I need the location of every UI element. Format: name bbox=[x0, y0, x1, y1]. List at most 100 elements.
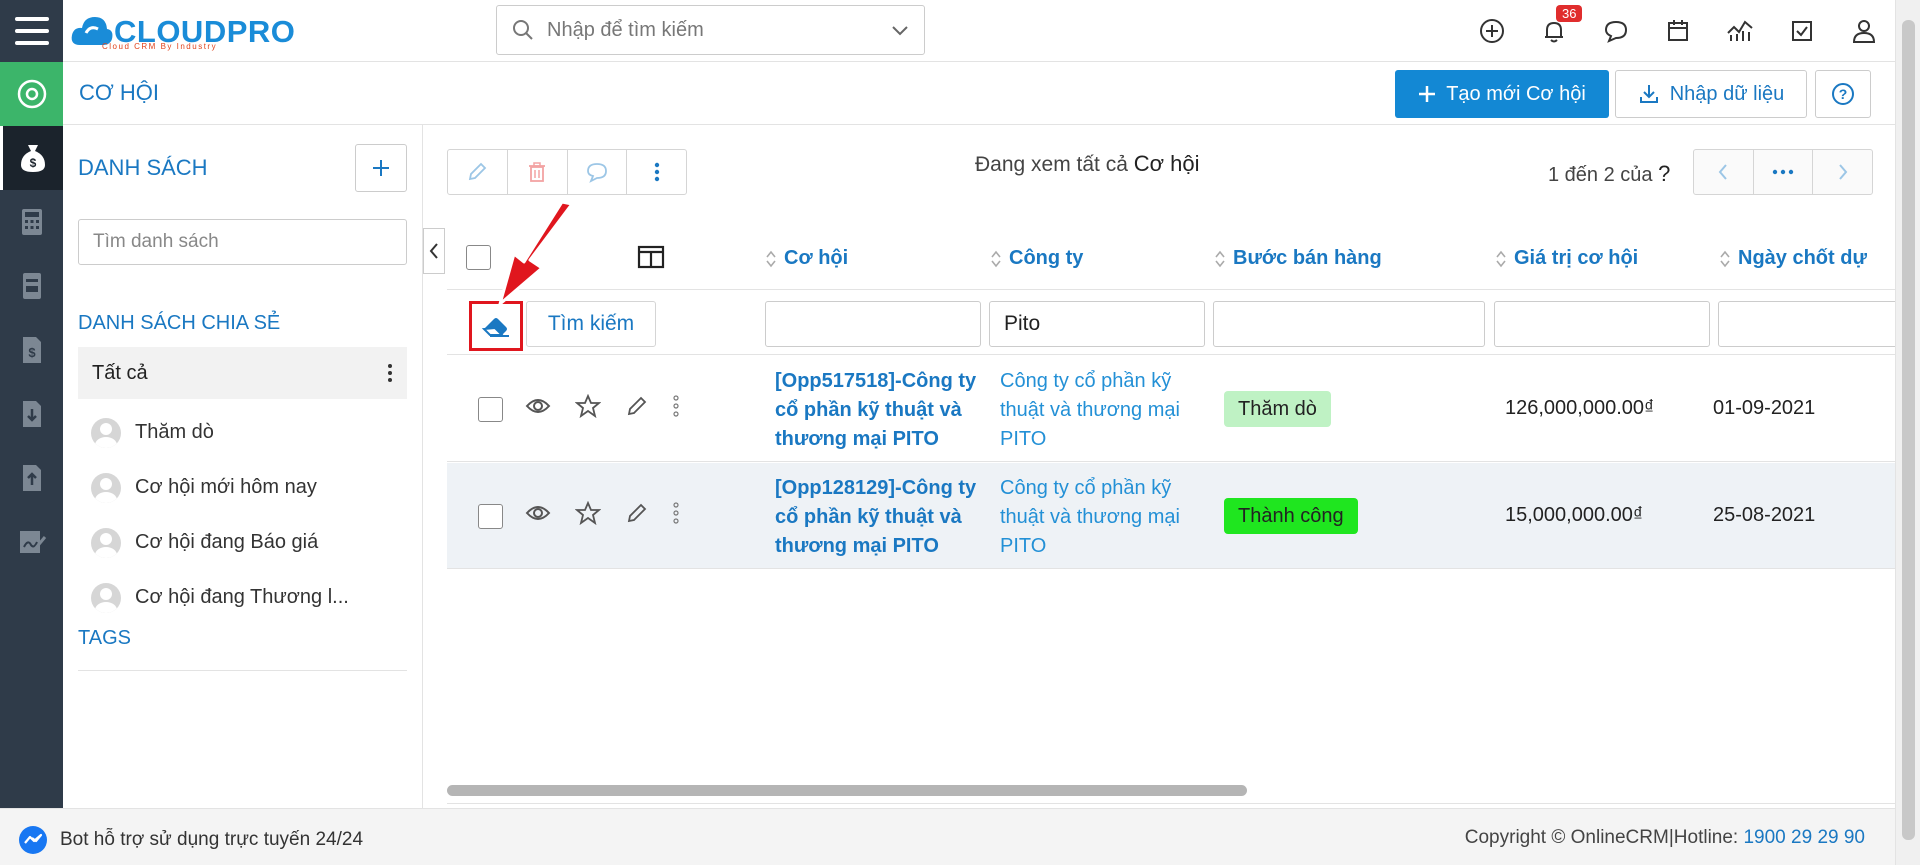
column-header-value[interactable]: Giá trị cơ hội bbox=[1495, 247, 1638, 270]
filter-opportunity-input[interactable] bbox=[765, 301, 981, 347]
page-jump-button[interactable] bbox=[1754, 150, 1814, 194]
sort-icon bbox=[991, 250, 1001, 267]
list-item-label: Cơ hội đang Báo giá bbox=[135, 531, 319, 553]
eye-icon[interactable] bbox=[525, 396, 551, 416]
search-icon bbox=[513, 20, 533, 40]
calculator-icon bbox=[21, 209, 42, 235]
rail-item-quote[interactable]: $ bbox=[0, 318, 63, 382]
columns-layout-icon[interactable] bbox=[637, 245, 665, 269]
global-search-input[interactable]: Nhập để tìm kiếm bbox=[496, 5, 925, 55]
scroll-thumb[interactable] bbox=[1902, 20, 1915, 840]
more-vertical-icon[interactable] bbox=[387, 363, 393, 383]
avatar bbox=[91, 472, 121, 503]
list-item[interactable]: Cơ hội mới hôm nay bbox=[78, 460, 407, 515]
money-bag-icon: $ bbox=[21, 145, 45, 172]
rail-item-signature[interactable] bbox=[0, 510, 63, 574]
avatar bbox=[91, 417, 121, 448]
table-row[interactable]: [Opp128129]-Công ty cổ phần kỹ thuật và … bbox=[447, 463, 1895, 569]
user-icon[interactable] bbox=[1833, 0, 1895, 62]
status-badge: Thành công bbox=[1224, 498, 1358, 534]
hotline-link[interactable]: 1900 29 29 90 bbox=[1743, 827, 1865, 848]
help-button[interactable]: ? bbox=[1815, 70, 1871, 118]
opportunity-link[interactable]: [Opp128129]-Công ty cổ phần kỹ thuật và … bbox=[775, 474, 980, 561]
more-vertical-icon[interactable] bbox=[673, 394, 679, 418]
pagination-total[interactable]: ? bbox=[1658, 161, 1670, 186]
list-item-label: Cơ hội mới hôm nay bbox=[135, 476, 317, 498]
star-icon[interactable] bbox=[575, 501, 601, 525]
footer: Bot hỗ trợ sử dụng trực tuyến 24/24 Copy… bbox=[0, 808, 1895, 865]
column-header-close-date[interactable]: Ngày chốt dự bbox=[1719, 247, 1867, 270]
filter-stage-input[interactable] bbox=[1213, 301, 1485, 347]
column-header-opportunity[interactable]: Cơ hội bbox=[765, 247, 848, 270]
list-search-placeholder: Tìm danh sách bbox=[93, 231, 219, 252]
chat-icon[interactable] bbox=[1585, 0, 1647, 62]
list-item[interactable]: Cơ hội đang Thương l... bbox=[78, 570, 407, 625]
status-badge: Thăm dò bbox=[1224, 391, 1331, 427]
scroll-thumb[interactable] bbox=[447, 785, 1247, 796]
pagination-info: 1 đến 2 của ? bbox=[1548, 161, 1670, 187]
filter-company-input[interactable]: Pito bbox=[989, 301, 1205, 347]
import-button-label: Nhập dữ liệu bbox=[1669, 82, 1785, 105]
mass-edit-button[interactable] bbox=[448, 150, 508, 194]
select-all-checkbox[interactable] bbox=[466, 245, 491, 270]
logo[interactable]: CLOUDPRO Cloud CRM By Industry bbox=[70, 6, 295, 56]
calendar-icon[interactable] bbox=[1647, 0, 1709, 62]
bell-icon[interactable]: 36 bbox=[1523, 0, 1585, 62]
more-vertical-icon[interactable] bbox=[673, 501, 679, 525]
list-item[interactable]: Thăm dò bbox=[78, 405, 407, 460]
download-icon bbox=[1639, 85, 1658, 103]
row-checkbox[interactable] bbox=[478, 504, 503, 529]
collapse-panel-button[interactable] bbox=[423, 228, 445, 274]
rail-item-inbound[interactable] bbox=[0, 382, 63, 446]
annotation-arrow-icon bbox=[498, 200, 574, 306]
next-page-button[interactable] bbox=[1813, 150, 1872, 194]
chevron-left-icon bbox=[429, 243, 438, 259]
viewing-prefix: Đang xem tất cả bbox=[975, 153, 1128, 176]
column-header-company[interactable]: Công ty bbox=[990, 247, 1083, 270]
shared-list-items: Thăm dò Cơ hội mới hôm nay Cơ hội đang B… bbox=[78, 405, 407, 625]
add-circle-icon[interactable] bbox=[1461, 0, 1523, 62]
pagination-controls bbox=[1693, 149, 1873, 195]
rail-item-invoice[interactable] bbox=[0, 254, 63, 318]
list-item[interactable]: Cơ hội đang Báo giá bbox=[78, 515, 407, 570]
star-icon[interactable] bbox=[575, 394, 601, 418]
top-icons: 36 bbox=[1461, 0, 1895, 62]
rail-item-calculator[interactable] bbox=[0, 190, 63, 254]
mass-delete-button[interactable] bbox=[508, 150, 568, 194]
table-row[interactable]: [Opp517518]-Công ty cổ phần kỹ thuật và … bbox=[447, 356, 1895, 462]
pencil-icon[interactable] bbox=[625, 501, 649, 525]
vertical-scrollbar[interactable] bbox=[1895, 0, 1920, 865]
pencil-icon[interactable] bbox=[625, 394, 649, 418]
company-link[interactable]: Công ty cổ phần kỹ thuật và thương mại P… bbox=[1000, 474, 1205, 561]
chevron-down-icon[interactable] bbox=[890, 20, 910, 40]
mass-comment-button[interactable] bbox=[568, 150, 628, 194]
create-opportunity-button[interactable]: Tạo mới Cơ hội bbox=[1395, 70, 1609, 118]
report-chart-icon[interactable] bbox=[1709, 0, 1771, 62]
add-list-button[interactable] bbox=[355, 144, 407, 192]
menu-icon[interactable] bbox=[0, 0, 63, 62]
row-checkbox[interactable] bbox=[478, 397, 503, 422]
column-label: Cơ hội bbox=[784, 247, 849, 269]
list-item-all[interactable]: Tất cả bbox=[78, 347, 407, 399]
prev-page-button[interactable] bbox=[1694, 150, 1754, 194]
more-actions-button[interactable] bbox=[627, 150, 686, 194]
eye-icon[interactable] bbox=[525, 503, 551, 523]
task-check-icon[interactable] bbox=[1771, 0, 1833, 62]
opportunity-value: 126,000,000.00₫ bbox=[1505, 397, 1655, 419]
list-search-input[interactable]: Tìm danh sách bbox=[78, 219, 407, 265]
target-icon bbox=[17, 79, 46, 109]
support-bot[interactable]: Bot hỗ trợ sử dụng trực tuyến 24/24 bbox=[18, 825, 363, 855]
rail-item-outbound[interactable] bbox=[0, 446, 63, 510]
rail-item-dashboard[interactable] bbox=[0, 62, 63, 126]
opportunity-link[interactable]: [Opp517518]-Công ty cổ phần kỹ thuật và … bbox=[775, 367, 980, 454]
rail-item-opportunities[interactable]: $ bbox=[0, 126, 63, 190]
horizontal-scrollbar[interactable] bbox=[447, 783, 1895, 804]
filter-value-input[interactable] bbox=[1494, 301, 1710, 347]
column-header-sales-stage[interactable]: Bước bán hàng bbox=[1214, 247, 1382, 270]
tags-title: TAGS bbox=[78, 627, 131, 649]
row-actions bbox=[525, 394, 679, 418]
avatar bbox=[91, 582, 121, 613]
filter-date-input[interactable] bbox=[1718, 301, 1895, 347]
import-data-button[interactable]: Nhập dữ liệu bbox=[1615, 70, 1807, 118]
company-link[interactable]: Công ty cổ phần kỹ thuật và thương mại P… bbox=[1000, 367, 1205, 454]
